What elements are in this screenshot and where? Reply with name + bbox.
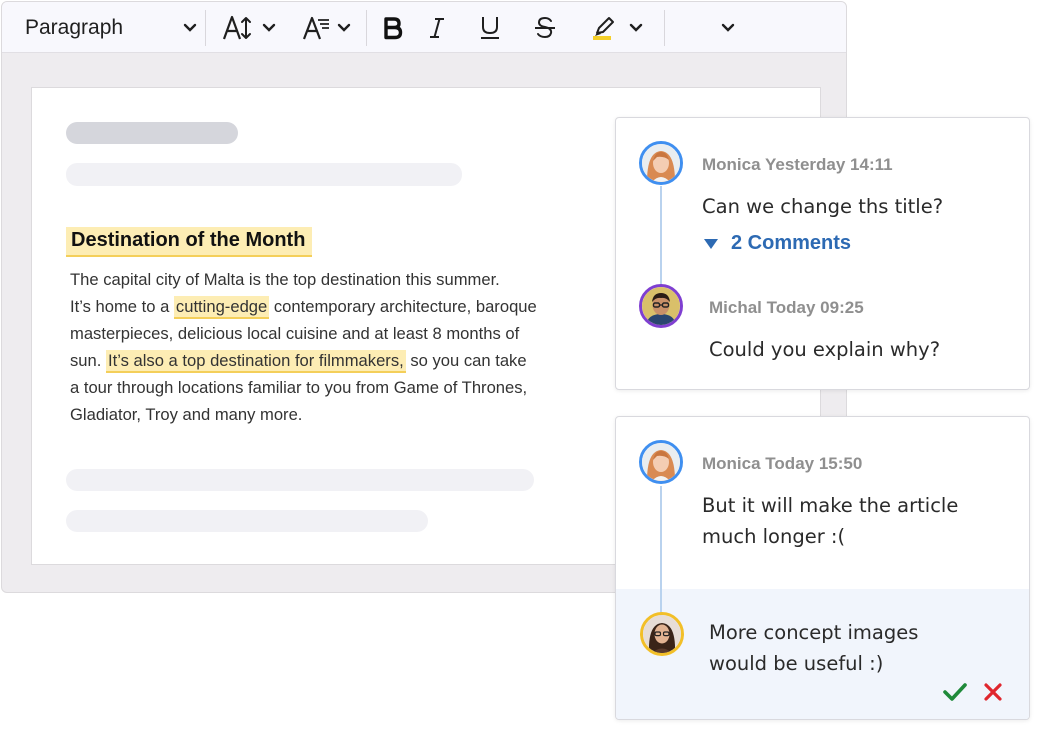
body-line: masterpieces, delicious local cuisine an… (70, 320, 590, 347)
body-text: masterpieces, delicious local cuisine an… (70, 324, 520, 343)
comment-text: But it will make the article much longer… (702, 490, 958, 552)
body-text: It’s home to a (70, 297, 174, 316)
comment-line: Can we change ths title? (702, 195, 944, 218)
strikethrough-icon (535, 16, 555, 38)
body-text: The capital city of Malta is the top des… (70, 270, 500, 289)
comment-time: Today 09:25 (766, 298, 864, 317)
font-family-icon (302, 16, 329, 39)
comment-author: Michal (709, 298, 762, 317)
reply-line: would be useful :) (709, 652, 884, 675)
comment-time: Today 15:50 (765, 454, 863, 473)
triangle-down-icon (704, 238, 718, 249)
font-size-icon (222, 15, 251, 39)
skeleton-line (66, 469, 534, 491)
highlighted-text[interactable]: cutting-edge (173, 296, 270, 319)
avatar-monica (639, 440, 683, 484)
paragraph-label: Paragraph (25, 15, 124, 39)
highlight-button[interactable] (591, 2, 643, 53)
skeleton-line (66, 510, 428, 532)
toolbar-divider (205, 10, 206, 46)
bold-icon (384, 16, 403, 39)
chevron-down-icon (629, 23, 643, 32)
chevron-down-icon (337, 23, 351, 32)
comment-author: Monica (702, 454, 761, 473)
font-family-button[interactable] (302, 2, 351, 53)
body-text: so you can take (405, 351, 527, 370)
user-avatar-icon (642, 287, 680, 325)
more-tools-dropdown[interactable] (721, 2, 735, 53)
highlight-icon (593, 16, 614, 40)
checkmark-icon (943, 683, 967, 701)
confirm-reply-button[interactable] (943, 682, 967, 706)
bold-button[interactable] (382, 2, 404, 53)
avatar-michal (639, 284, 683, 328)
body-text: a tour through locations familiar to you… (70, 378, 528, 397)
collapse-label: 2 Comments (731, 232, 852, 254)
avatar-monica (639, 141, 683, 185)
comment-line: much longer :( (702, 525, 846, 548)
comment-line: But it will make the article (702, 494, 959, 517)
collapse-comments-toggle[interactable]: 2 Comments (703, 232, 851, 255)
comment-text: Could you explain why? (709, 334, 940, 365)
skeleton-heading (66, 122, 238, 144)
font-size-button[interactable] (222, 2, 276, 53)
article-title[interactable]: Destination of the Month (66, 227, 313, 257)
avatar-current-user (640, 612, 684, 656)
body-text: sun. (70, 351, 106, 370)
more-chevron-icon (721, 23, 735, 32)
close-x-icon (984, 683, 1002, 701)
paragraph-style-dropdown[interactable]: Paragraph (25, 2, 197, 53)
skeleton-line (66, 163, 462, 186)
thread-connector-line (660, 486, 662, 617)
body-line: Gladiator, Troy and many more. (70, 401, 590, 428)
body-line: The capital city of Malta is the top des… (70, 266, 590, 293)
strikethrough-button[interactable] (534, 2, 556, 53)
italic-button[interactable] (428, 2, 446, 53)
body-line: a tour through locations familiar to you… (70, 374, 590, 401)
article-body[interactable]: The capital city of Malta is the top des… (70, 266, 590, 428)
thread-connector-line (660, 186, 662, 286)
comment-line: Could you explain why? (709, 338, 941, 361)
chevron-down-icon (262, 23, 276, 32)
toolbar-divider (664, 10, 665, 46)
comment-meta: Monica Today 15:50 (702, 454, 862, 474)
user-avatar-icon (642, 144, 680, 182)
chevron-down-icon (183, 23, 197, 32)
body-line: It’s home to a cutting-edge contemporary… (70, 293, 590, 320)
toolbar: Paragraph (2, 2, 846, 53)
user-avatar-icon (643, 615, 681, 653)
comment-meta: Michal Today 09:25 (709, 298, 864, 318)
body-text: Gladiator, Troy and many more. (70, 405, 303, 424)
toolbar-divider (366, 10, 367, 46)
cancel-reply-button[interactable] (984, 683, 1002, 705)
comment-time: Yesterday 14:11 (764, 155, 893, 174)
body-text: contemporary architecture, baroque (269, 297, 537, 316)
comment-meta: Monica Yesterday 14:11 (702, 155, 893, 175)
reply-text[interactable]: More concept images would be useful :) (709, 617, 918, 679)
body-line: sun. It’s also a top destination for fil… (70, 347, 590, 374)
comment-author: Monica (702, 155, 761, 174)
italic-icon (430, 17, 444, 38)
underline-icon (481, 16, 499, 39)
user-avatar-icon (642, 443, 680, 481)
reply-line: More concept images (709, 621, 919, 644)
underline-button[interactable] (479, 2, 501, 53)
highlighted-text[interactable]: It’s also a top destination for filmmake… (105, 350, 406, 373)
comment-text: Can we change ths title? (702, 191, 943, 222)
